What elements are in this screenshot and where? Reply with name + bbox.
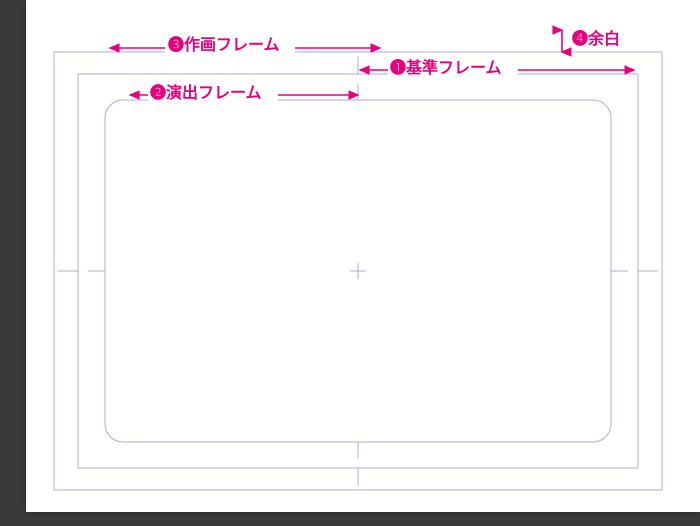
- center-cross-icon: [350, 263, 366, 279]
- kijun-annotation: ❶基準フレーム: [360, 56, 634, 78]
- yohaku-label: ❹余白: [572, 29, 620, 48]
- sakuga-label: ❸作画フレーム: [168, 35, 280, 54]
- kijun-label: ❶基準フレーム: [390, 58, 502, 77]
- enshutsu-label: ❷演出フレーム: [150, 83, 262, 102]
- yohaku-annotation: ❹余白: [562, 29, 620, 52]
- frame-diagram: ❸作画フレーム ❶基準フレーム ❷演出フレーム ❹余白: [0, 0, 700, 526]
